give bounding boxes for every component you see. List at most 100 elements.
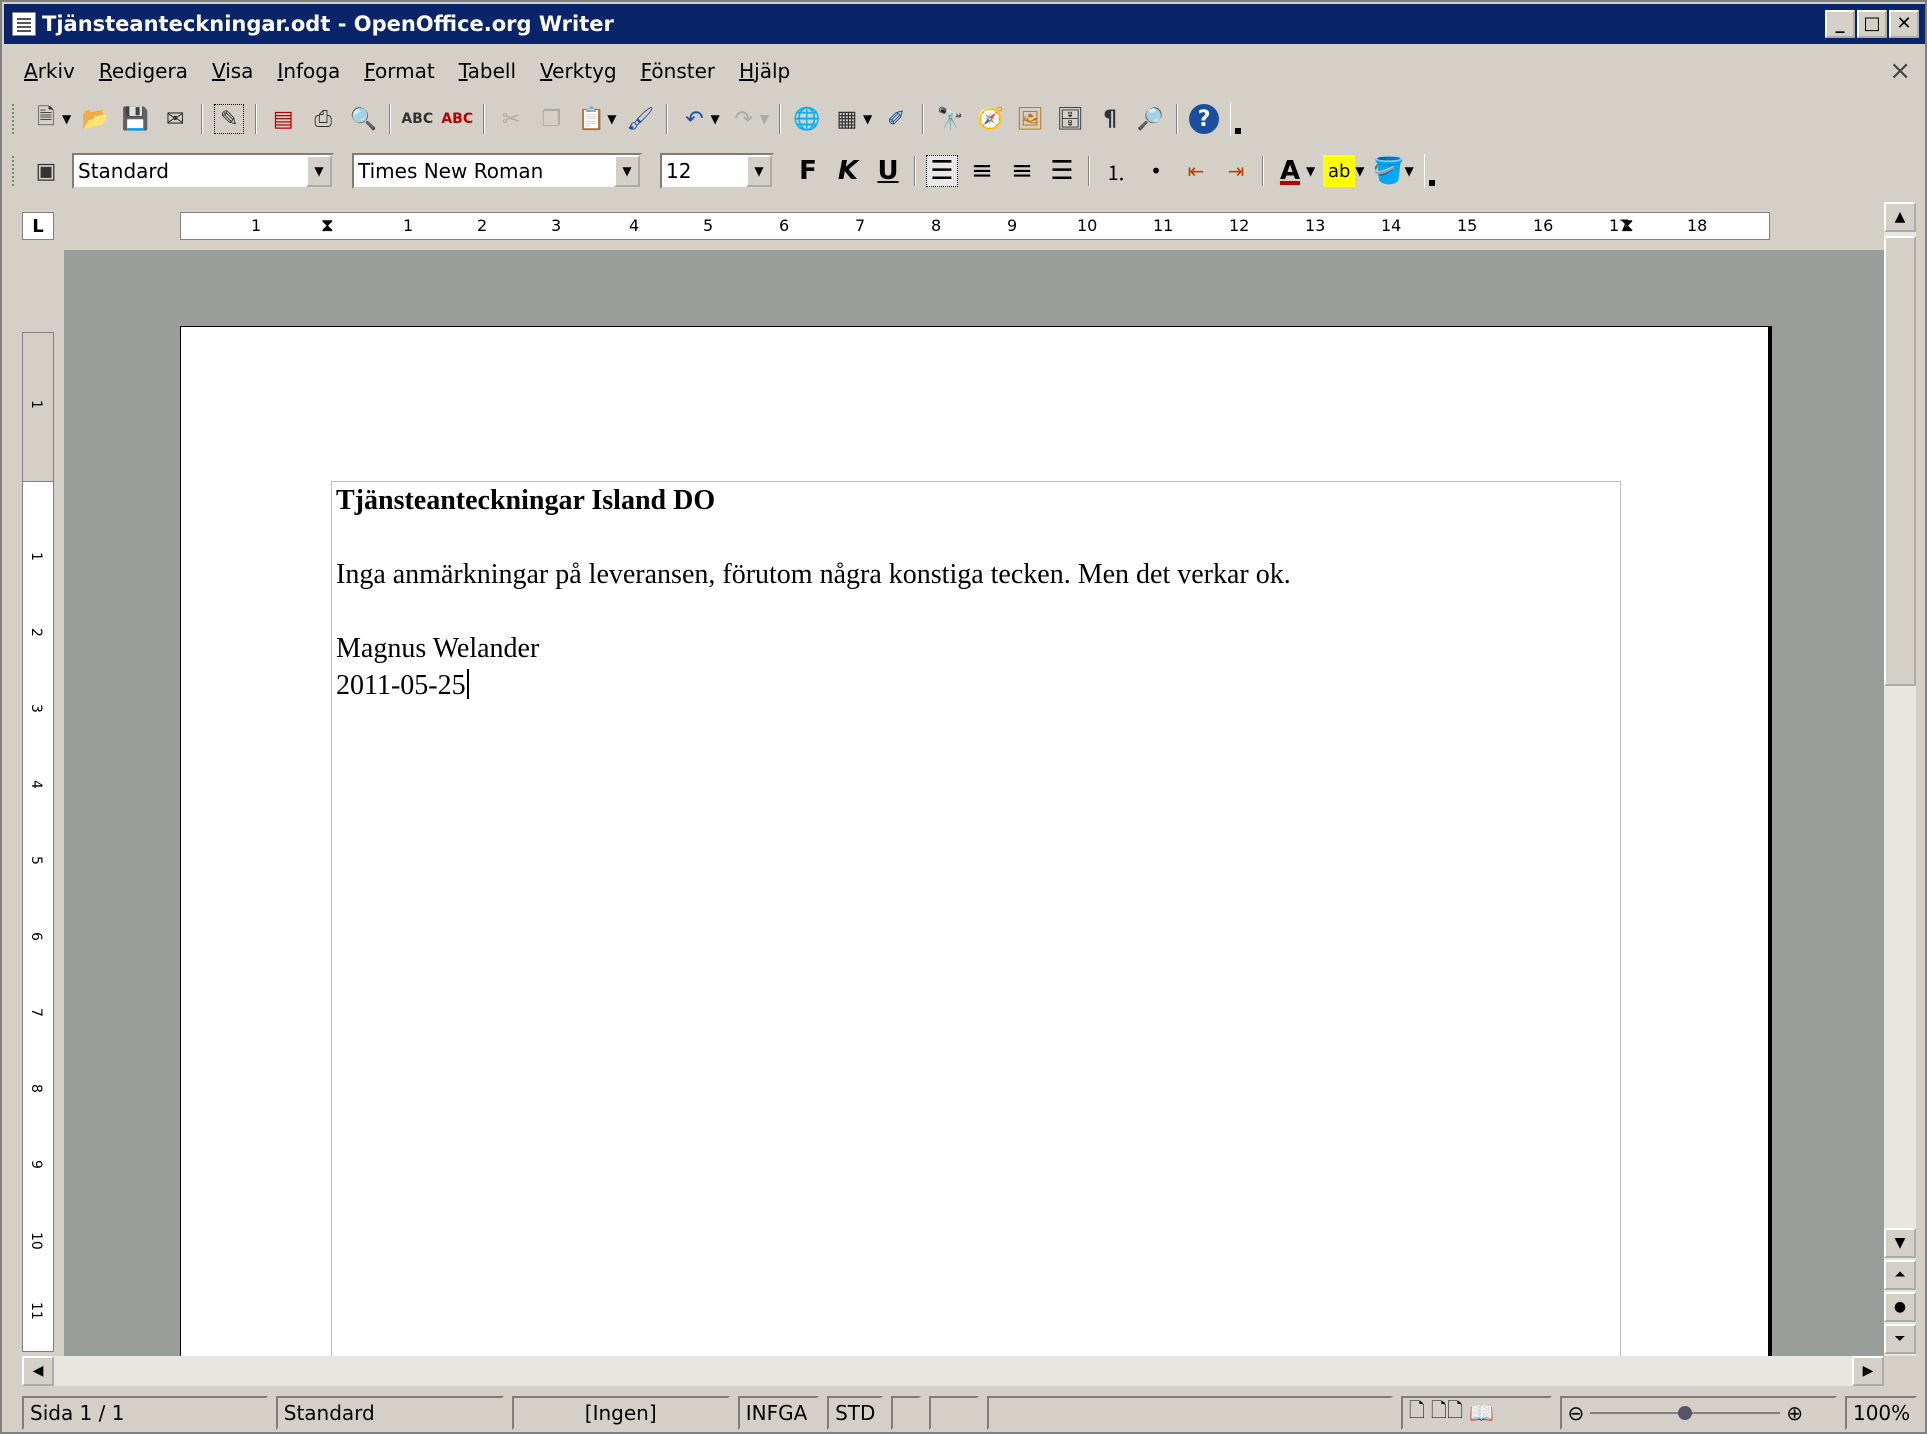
menu-verktyg[interactable]: Verktyg [540,59,617,83]
edit-mode-icon[interactable]: ✎ [214,104,245,134]
styles-formatting-icon[interactable]: ▣ [31,156,61,186]
hyperlink-icon[interactable]: 🌐 [792,104,822,134]
tab-stop-type-button[interactable]: L [22,212,54,240]
scroll-down-icon[interactable]: ▼ [1884,1228,1916,1258]
page-style-indicator[interactable]: Standard [275,1396,504,1430]
toolbar-options-icon[interactable] [1230,102,1245,136]
toolbar-grip[interactable] [12,104,16,134]
zoom-level[interactable]: 100% [1844,1396,1917,1430]
title-bar[interactable]: Tjänsteanteckningar.odt - OpenOffice.org… [4,4,1925,44]
multi-page-view-icon[interactable]: 🗋🗋 [1431,1396,1463,1430]
language-indicator[interactable]: [Ingen] [511,1396,730,1430]
show-draw-functions-icon[interactable]: ✐ [881,104,911,134]
left-indent-marker[interactable]: ⧗ [321,215,334,236]
bullets-icon[interactable]: • [1140,155,1172,187]
page-indicator[interactable]: Sida 1 / 1 [22,1396,268,1430]
font-name-select[interactable]: Times New Roman ▼ [352,153,642,189]
document-modified-indicator[interactable] [891,1396,921,1430]
toolbar-grip[interactable] [12,156,16,186]
align-left-icon[interactable]: ☰ [926,155,958,187]
document-body[interactable]: Inga anmärkningar på leveransen, förutom… [336,556,1291,593]
undo-dropdown-icon[interactable]: ▼ [710,112,719,126]
next-page-icon[interactable]: ⏷ [1884,1324,1916,1354]
menu-arkiv[interactable]: Arkiv [24,59,75,83]
scrollbar-thumb[interactable] [1884,236,1916,686]
zoom-slider-knob[interactable] [1678,1406,1693,1420]
menu-redigera[interactable]: Redigera [99,59,188,83]
new-document-icon[interactable]: 🗎 [31,104,61,134]
paste-icon[interactable]: 📋 [576,104,606,134]
scroll-left-icon[interactable]: ◀ [22,1356,54,1386]
align-center-icon[interactable]: ≡ [966,155,998,187]
font-size-select[interactable]: 12 ▼ [660,153,774,189]
print-icon[interactable]: ⎙ [308,104,338,134]
chevron-down-icon[interactable]: ▼ [306,155,332,187]
chevron-down-icon[interactable]: ▼ [746,155,772,187]
help-icon[interactable]: ? [1189,104,1220,134]
vertical-scrollbar[interactable]: ▲ ▼ ⏶ ● ⏷ [1884,202,1916,1356]
copy-icon[interactable]: ❐ [536,104,566,134]
table-dropdown-icon[interactable]: ▼ [863,112,872,126]
zoom-icon[interactable]: 🔎 [1135,104,1165,134]
maximize-button[interactable]: □ [1857,10,1887,38]
autospellcheck-icon[interactable]: ABC [441,104,473,134]
selection-mode-indicator[interactable]: STD [827,1396,884,1430]
navigation-icon[interactable]: ● [1884,1292,1916,1322]
open-folder-icon[interactable]: 📂 [80,104,110,134]
menu-tabell[interactable]: Tabell [459,59,516,83]
underline-button[interactable]: U [872,155,904,187]
document-canvas[interactable]: Tjänsteanteckningar Island DO Inga anmär… [64,250,1884,1356]
insert-mode-indicator[interactable]: INFGA [737,1396,820,1430]
email-icon[interactable]: ✉ [160,104,190,134]
toolbar-options-icon[interactable] [1423,154,1438,188]
menu-visa[interactable]: Visa [212,59,253,83]
font-color-dropdown-icon[interactable]: ▼ [1306,164,1315,178]
find-replace-icon[interactable]: 🔭 [935,104,965,134]
horizontal-ruler[interactable]: 1 1 2 3 4 5 6 7 8 9 10 11 12 13 14 15 16… [180,212,1770,240]
zoom-out-icon[interactable]: ⊖ [1568,1401,1585,1425]
format-paintbrush-icon[interactable]: 🖌 [625,104,655,134]
single-page-view-icon[interactable]: 🗋 [1409,1396,1425,1430]
redo-dropdown-icon[interactable]: ▼ [760,112,769,126]
right-indent-marker[interactable]: ⧗ [1621,215,1634,236]
close-button[interactable]: ✕ [1889,10,1919,38]
menu-infoga[interactable]: Infoga [277,59,340,83]
signature-name[interactable]: Magnus Welander [336,630,1291,667]
chevron-down-icon[interactable]: ▼ [614,155,640,187]
align-right-icon[interactable]: ≡ [1006,155,1038,187]
redo-icon[interactable]: ↷ [729,104,759,134]
background-color-dropdown-icon[interactable]: ▼ [1404,164,1413,178]
text-boundary[interactable]: Tjänsteanteckningar Island DO Inga anmär… [331,481,1621,1356]
background-color-icon[interactable]: 🪣 [1372,155,1404,187]
formatting-marks-icon[interactable]: ¶ [1095,104,1125,134]
menu-fonster[interactable]: Fönster [641,59,716,83]
justify-icon[interactable]: ☰ [1046,155,1078,187]
highlighting-dropdown-icon[interactable]: ▼ [1355,164,1364,178]
menu-hjalp[interactable]: Hjälp [739,59,790,83]
scroll-right-icon[interactable]: ▶ [1852,1356,1884,1386]
italic-button[interactable]: K [832,155,864,187]
navigator-icon[interactable]: 🧭 [975,104,1005,134]
vertical-ruler[interactable]: 1 1 2 3 4 5 6 7 8 9 10 11 [22,252,54,1352]
save-icon[interactable]: 💾 [120,104,150,134]
export-pdf-icon[interactable]: ▤ [268,104,298,134]
table-icon[interactable]: ▦ [832,104,862,134]
horizontal-scrollbar[interactable]: ◀ ▶ [22,1356,1884,1386]
decrease-indent-icon[interactable]: ⇤ [1180,155,1212,187]
font-color-icon[interactable]: A [1274,155,1306,187]
zoom-slider[interactable] [1590,1406,1781,1420]
data-sources-icon[interactable]: 🗄 [1055,104,1085,134]
bold-button[interactable]: F [792,155,824,187]
document-heading[interactable]: Tjänsteanteckningar Island DO [336,482,1291,519]
previous-page-icon[interactable]: ⏶ [1884,1260,1916,1290]
book-view-icon[interactable]: 📖 [1469,1401,1494,1425]
document-text[interactable]: Tjänsteanteckningar Island DO Inga anmär… [336,482,1291,704]
undo-icon[interactable]: ↶ [679,104,709,134]
spellcheck-icon[interactable]: ABC [401,104,433,134]
highlighting-icon[interactable]: ab [1323,155,1356,187]
new-dropdown-icon[interactable]: ▼ [62,112,71,126]
numbering-icon[interactable]: ⒈ [1100,155,1132,187]
menu-format[interactable]: Format [364,59,434,83]
document-page[interactable]: Tjänsteanteckningar Island DO Inga anmär… [180,326,1772,1356]
increase-indent-icon[interactable]: ⇥ [1220,155,1252,187]
